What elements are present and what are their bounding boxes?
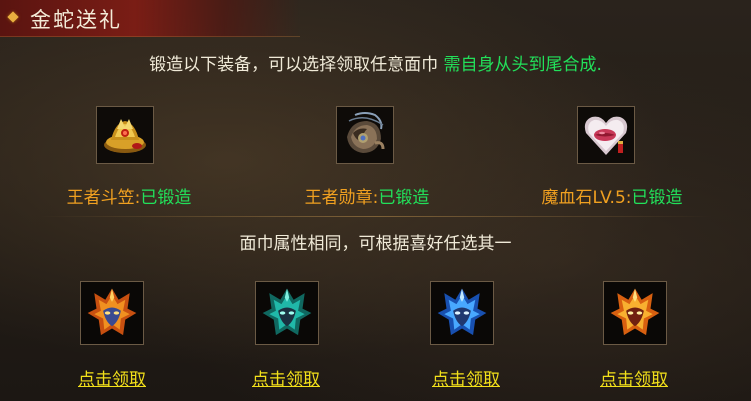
diamond-icon [7, 11, 19, 23]
equip-name: 王者斗笠 [66, 188, 135, 208]
mask-slot-2[interactable] [255, 281, 319, 345]
fire-mask-icon [81, 282, 143, 344]
equip-status: 已锻造 [140, 188, 192, 208]
equip-label-medal: 王者勋章:已锻造 [304, 188, 430, 208]
claim-button-4[interactable]: 点击领取 [600, 365, 668, 390]
equip-name: 魔血石LV.5 [541, 188, 626, 208]
mask-slot-4[interactable] [603, 281, 667, 345]
mask-slot-3[interactable] [430, 281, 494, 345]
title-bar: 金蛇送礼 [0, 0, 300, 37]
flame-mask-icon [604, 282, 666, 344]
equip-label-hat: 王者斗笠:已锻造 [66, 188, 192, 208]
page-title: 金蛇送礼 [30, 8, 122, 32]
claim-button-1[interactable]: 点击领取 [78, 365, 146, 390]
medal-icon [337, 107, 393, 163]
equip-slot-stone[interactable] [577, 106, 635, 164]
mask-note: 面巾属性相同，可根据喜好任选其一 [239, 234, 512, 254]
golden-hat-icon [97, 107, 153, 163]
intro-text: 锻造以下装备，可以选择领取任意面巾 需自身从头到尾合成. [0, 50, 751, 75]
equip-name: 王者勋章 [304, 188, 373, 208]
equip-label-stone: 魔血石LV.5:已锻造 [541, 188, 683, 208]
equip-slot-hat[interactable] [96, 106, 154, 164]
intro-requirement: 需自身从头到尾合成. [443, 55, 602, 75]
claim-button-3[interactable]: 点击领取 [432, 365, 500, 390]
intro-plain: 锻造以下装备，可以选择领取任意面巾 [149, 55, 439, 75]
section-divider [38, 216, 713, 217]
equip-status: 已锻造 [631, 188, 683, 208]
mask-slot-1[interactable] [80, 281, 144, 345]
claim-button-2[interactable]: 点击领取 [252, 365, 320, 390]
equip-status: 已锻造 [378, 188, 430, 208]
teal-mask-icon [256, 282, 318, 344]
blood-stone-icon [578, 107, 634, 163]
equip-slot-medal[interactable] [336, 106, 394, 164]
ice-mask-icon [431, 282, 493, 344]
